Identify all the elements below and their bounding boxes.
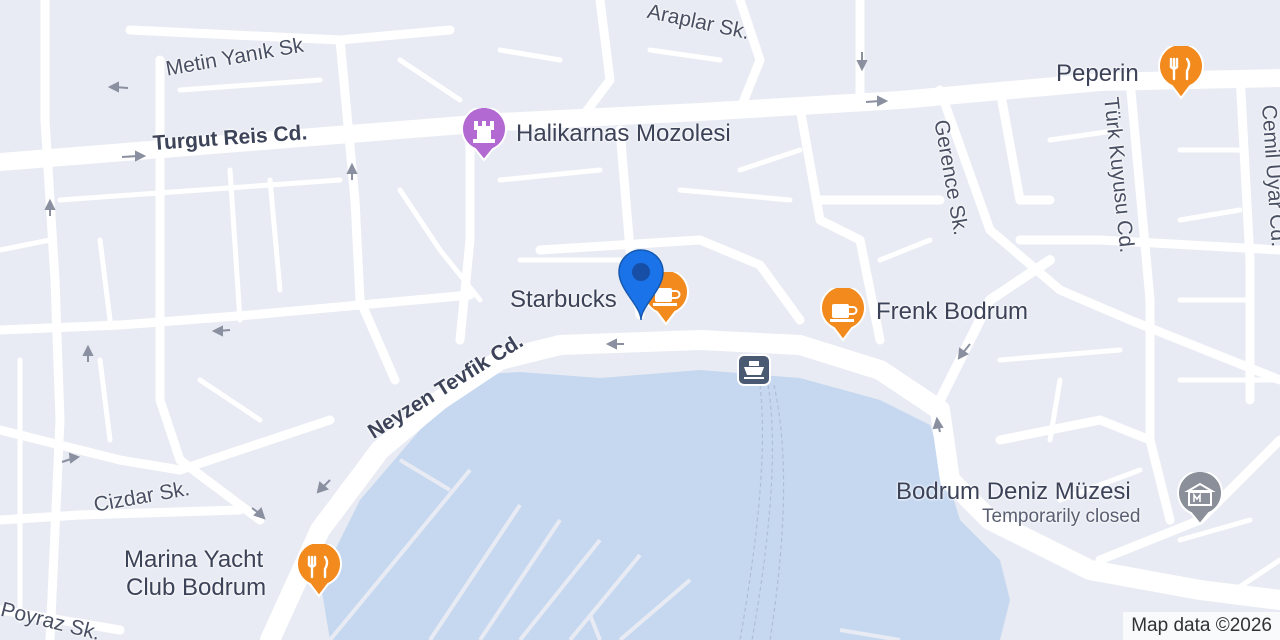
museum-icon[interactable] [1176, 470, 1224, 531]
poi-label-halikarnas[interactable]: Halikarnas Mozolesi [516, 120, 731, 148]
landmark-icon[interactable] [460, 106, 508, 167]
poi-label-peperin[interactable]: Peperin [1056, 60, 1139, 88]
poi-label-starbucks[interactable]: Starbucks [510, 286, 617, 314]
location-pin-icon[interactable] [615, 246, 667, 327]
poi-label-marina-line2[interactable]: Club Bodrum [126, 574, 266, 602]
restaurant-icon[interactable] [1158, 43, 1204, 105]
restaurant-icon[interactable] [296, 541, 342, 603]
poi-status-deniz-muzesi: Temporarily closed [982, 506, 1141, 527]
map-canvas[interactable]: Araplar Sk. Metin Yanık Sk Turgut Reis C… [0, 0, 1280, 640]
poi-label-marina-line1[interactable]: Marina Yacht [124, 546, 263, 574]
poi-label-deniz-muzesi[interactable]: Bodrum Deniz Müzesi [896, 478, 1131, 506]
ferry-icon[interactable] [737, 354, 771, 391]
cafe-icon[interactable] [820, 285, 866, 347]
map-attribution: Map data ©2026 [1123, 612, 1280, 640]
poi-label-frenk[interactable]: Frenk Bodrum [876, 298, 1028, 326]
